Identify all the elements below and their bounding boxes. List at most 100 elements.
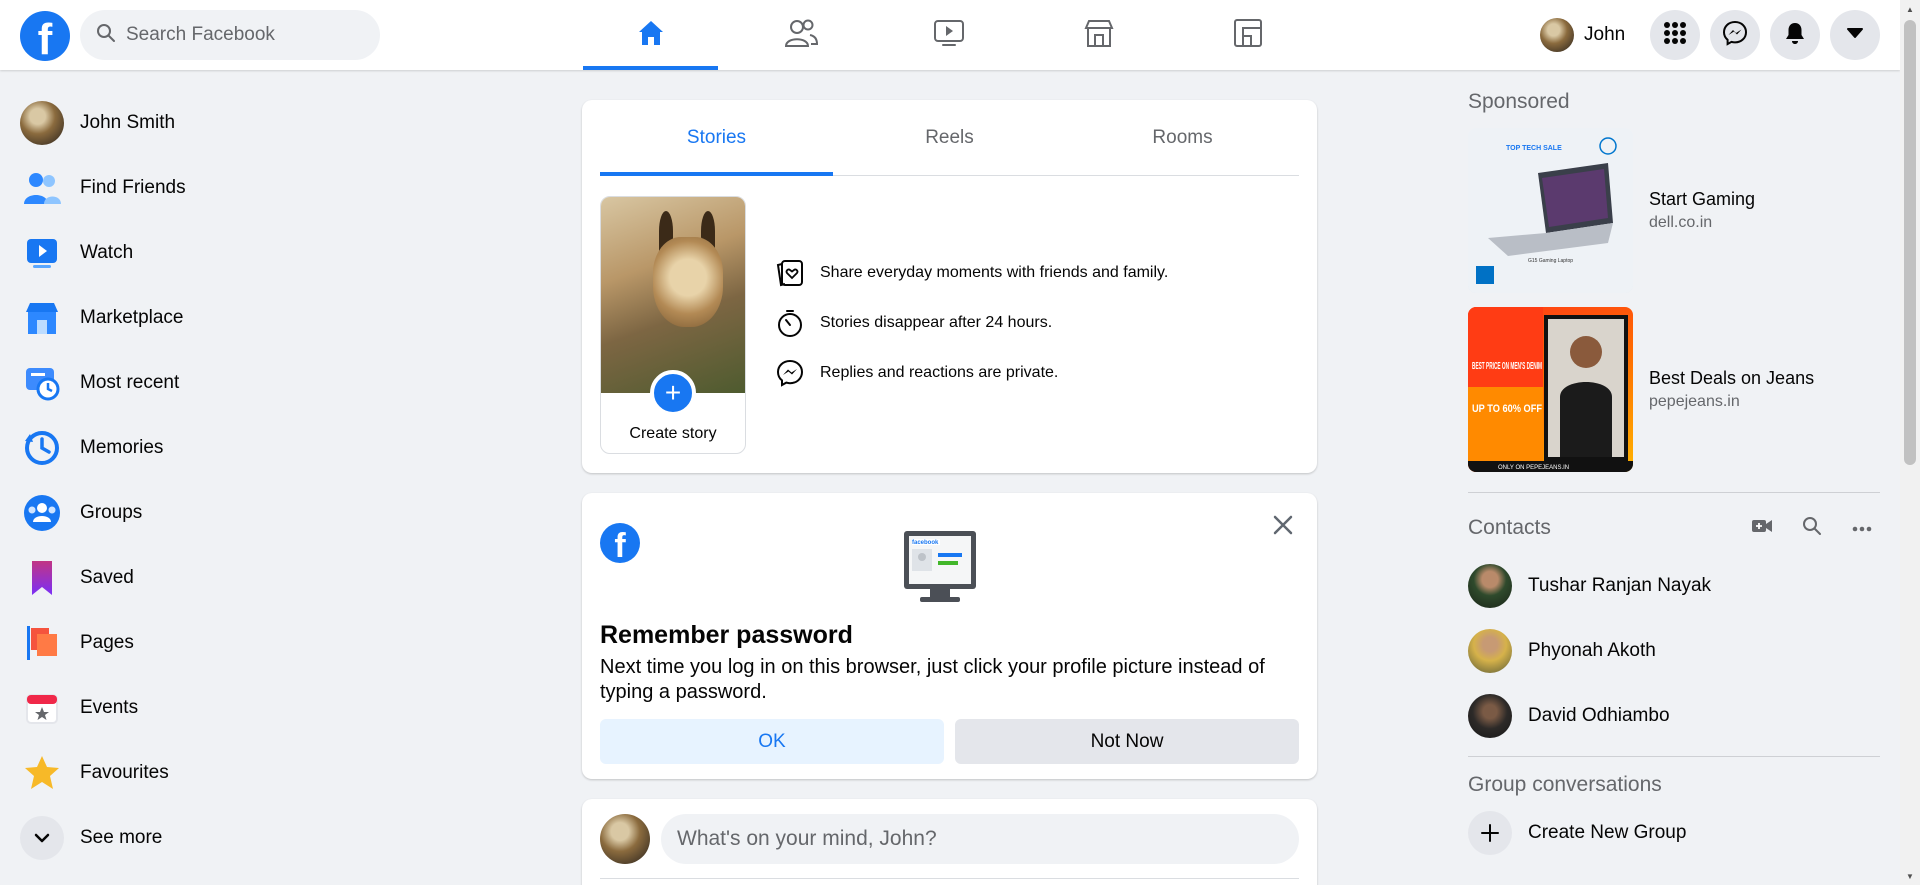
events-calendar-icon <box>20 686 64 730</box>
ad-item[interactable]: TOP TECH SALE G15 Gaming Laptop Start Ga… <box>1468 128 1880 293</box>
friends-icon <box>784 18 818 53</box>
sidebar-item-label: Watch <box>80 241 134 263</box>
gaming-icon <box>1233 18 1263 53</box>
tab-watch[interactable] <box>881 0 1016 70</box>
search-contacts-button[interactable] <box>1794 510 1830 546</box>
svg-text:facebook: facebook <box>912 540 939 546</box>
ad-title: Best Deals on Jeans <box>1649 368 1815 388</box>
contacts-options-button[interactable] <box>1844 510 1880 546</box>
watch-video-icon <box>933 18 965 53</box>
sidebar-item-favourites[interactable]: Favourites <box>8 740 428 805</box>
account-button[interactable] <box>1830 10 1880 60</box>
tab-gaming[interactable] <box>1180 0 1315 70</box>
remember-password-text: Next time you log in on this browser, ju… <box>600 656 1265 703</box>
tab-marketplace[interactable] <box>1031 0 1166 70</box>
pages-flag-icon <box>20 621 64 665</box>
more-options-icon <box>1852 519 1872 537</box>
sidebar-item-label: Marketplace <box>80 306 184 328</box>
search-icon <box>1802 516 1822 541</box>
home-icon <box>635 17 667 54</box>
ad-banner-text: UP TO 60% OFF <box>1472 403 1542 415</box>
memories-clock-icon <box>20 426 64 470</box>
sidebar-item-label: Pages <box>80 631 134 653</box>
find-friends-icon <box>20 166 64 210</box>
avatar <box>1468 693 1512 738</box>
ok-button[interactable]: OK <box>600 719 944 764</box>
sidebar-item-find-friends[interactable]: Find Friends <box>8 155 428 220</box>
avatar <box>1468 628 1512 673</box>
ad-item[interactable]: BEST PRICE ON MEN'S DENIM UP TO 60% OFF … <box>1468 307 1880 472</box>
contact-item[interactable]: Phyonah Akoth <box>1468 618 1880 683</box>
most-recent-icon <box>20 361 64 405</box>
notifications-button[interactable] <box>1770 10 1820 60</box>
plus-icon <box>1468 811 1512 855</box>
sidebar-item-label: Saved <box>80 566 134 588</box>
tab-friends[interactable] <box>733 0 868 70</box>
sidebar-item-label: Groups <box>80 501 143 523</box>
sidebar-item-pages[interactable]: Pages <box>8 610 428 675</box>
account-caret-icon <box>1846 26 1864 44</box>
sidebar-item-label: John Smith <box>80 111 176 133</box>
create-group-label: Create New Group <box>1528 822 1687 843</box>
sidebar-item-label: Find Friends <box>80 176 186 198</box>
profile-chip[interactable]: John <box>1534 14 1633 56</box>
divider <box>600 878 1299 879</box>
sidebar-item-events[interactable]: Events <box>8 675 428 740</box>
sidebar-item-memories[interactable]: Memories <box>8 415 428 480</box>
sponsored-title: Sponsored <box>1468 90 1570 113</box>
avatar <box>1468 563 1512 608</box>
remember-password-card: f facebook Remember password Next time y… <box>582 493 1317 779</box>
search-input[interactable] <box>126 24 356 46</box>
tab-stories[interactable]: Stories <box>600 100 833 176</box>
contact-item[interactable]: Tushar Ranjan Nayak <box>1468 553 1880 618</box>
messenger-button[interactable] <box>1710 10 1760 60</box>
tab-reels[interactable]: Reels <box>833 100 1066 175</box>
marketplace-store-icon <box>1083 18 1115 53</box>
create-story-card[interactable]: + Create story <box>600 196 746 454</box>
page-scrollbar[interactable]: ▲ ▼ <box>1900 0 1920 885</box>
menu-button[interactable] <box>1650 10 1700 60</box>
facebook-logo[interactable]: f <box>20 11 70 61</box>
close-button[interactable] <box>1265 509 1301 545</box>
sidebar-item-marketplace[interactable]: Marketplace <box>8 285 428 350</box>
computer-illustration-icon: facebook <box>900 527 980 612</box>
favourites-star-icon <box>20 751 64 795</box>
composer-input[interactable]: What's on your mind, John? <box>661 814 1299 864</box>
avatar <box>600 814 650 864</box>
divider <box>1468 492 1880 493</box>
sidebar-item-profile[interactable]: John Smith <box>8 90 428 155</box>
avatar <box>1540 18 1574 52</box>
contacts-title: Contacts <box>1468 516 1551 539</box>
scroll-thumb[interactable] <box>1904 20 1916 465</box>
not-now-button[interactable]: Not Now <box>955 719 1299 764</box>
profile-name: John <box>1584 24 1626 45</box>
sidebar-item-saved[interactable]: Saved <box>8 545 428 610</box>
contact-item[interactable]: David Odhiambo <box>1468 683 1880 748</box>
post-composer: What's on your mind, John? <box>582 799 1317 885</box>
create-group-button[interactable]: Create New Group <box>1468 805 1880 861</box>
story-info-item: Stories disappear after 24 hours. <box>774 298 1168 348</box>
sidebar-item-watch[interactable]: Watch <box>8 220 428 285</box>
avatar <box>20 100 64 145</box>
scroll-down-icon[interactable]: ▼ <box>1900 867 1920 885</box>
close-icon <box>1273 515 1293 540</box>
new-room-button[interactable] <box>1744 510 1780 546</box>
sidebar-item-groups[interactable]: Groups <box>8 480 428 545</box>
group-conversations-title: Group conversations <box>1468 773 1662 796</box>
sidebar-item-most-recent[interactable]: Most recent <box>8 350 428 415</box>
ad-title: Start Gaming <box>1649 189 1756 209</box>
search-box[interactable] <box>80 10 380 60</box>
contact-name: Phyonah Akoth <box>1528 639 1656 661</box>
story-info-item: Share everyday moments with friends and … <box>774 248 1168 298</box>
contacts-header: Contacts <box>1468 511 1880 545</box>
scroll-up-icon[interactable]: ▲ <box>1900 0 1920 18</box>
contact-name: Tushar Ranjan Nayak <box>1528 574 1712 596</box>
plus-icon: + <box>650 370 696 416</box>
tab-rooms[interactable]: Rooms <box>1066 100 1299 175</box>
sidebar-item-label: Favourites <box>80 761 169 783</box>
sidebar-item-label: Memories <box>80 436 164 458</box>
see-more-button[interactable]: See more <box>8 805 428 870</box>
tab-home[interactable] <box>583 0 718 70</box>
chevron-down-icon <box>20 815 64 860</box>
ad-url: dell.co.in <box>1649 214 1713 231</box>
